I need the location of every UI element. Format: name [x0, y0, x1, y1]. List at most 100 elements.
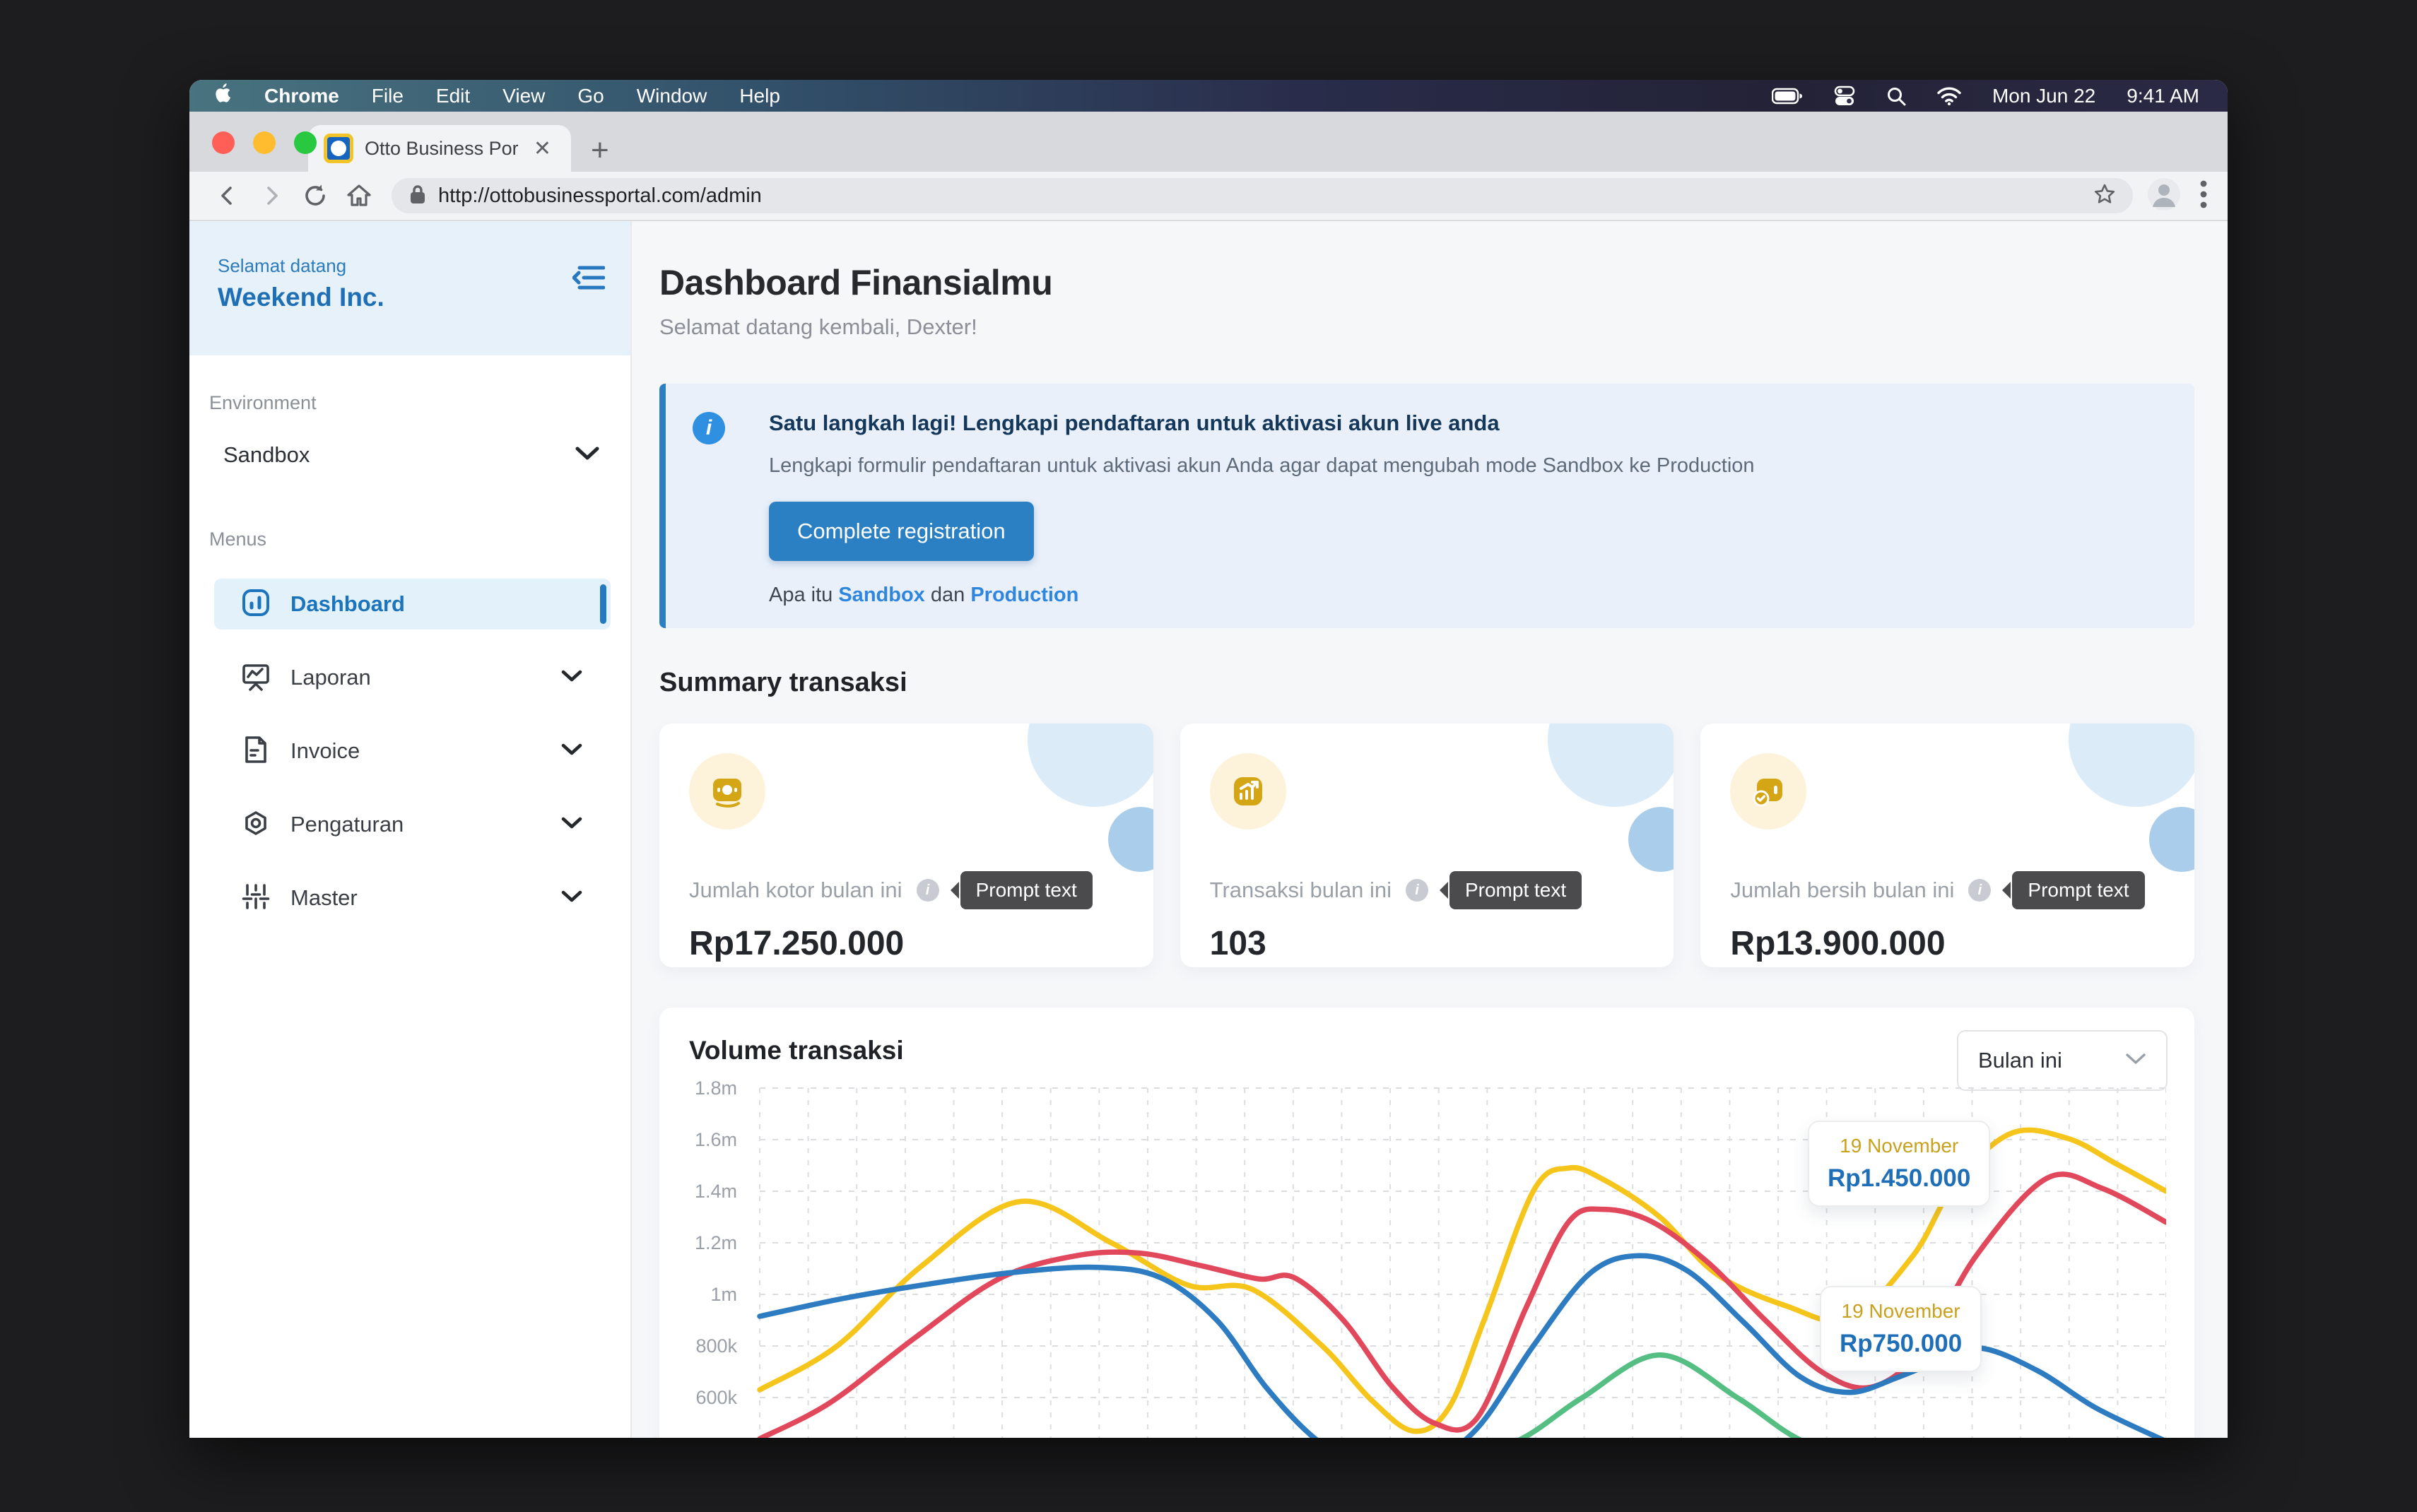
tab-close-icon[interactable]: ✕ [529, 136, 555, 161]
menu-edit[interactable]: Edit [436, 85, 470, 107]
menu-window[interactable]: Window [637, 85, 707, 107]
tooltip-value: Rp1.450.000 [1828, 1164, 1970, 1193]
sidebar-item-invoice[interactable]: Invoice [214, 726, 611, 776]
tooltip-date: 19 November [1828, 1135, 1970, 1157]
wifi-icon[interactable] [1937, 87, 1961, 105]
footnote-middle: dan [925, 584, 971, 606]
forward-icon[interactable] [253, 177, 290, 214]
info-icon[interactable]: i [1406, 879, 1428, 902]
registration-banner: i Satu langkah lagi! Lengkapi pendaftara… [659, 384, 2194, 628]
decor-circle [1628, 807, 1674, 872]
card-jumlah-bersih: Jumlah bersih bulan ini i Prompt text Rp… [1700, 723, 2194, 967]
volume-chart-card: Volume transaksi Bulan ini 1.8m 1.6m 1.4m 1… [659, 1008, 2194, 1438]
menus-label: Menus [209, 528, 630, 550]
tab-strip: Otto Business Portal ✕ + [189, 112, 2228, 172]
sidebar-item-pengaturan[interactable]: Pengaturan [214, 799, 611, 850]
chevron-down-icon [575, 447, 599, 464]
period-filter-value: Bulan ini [1978, 1048, 2125, 1073]
card-label: Jumlah bersih bulan ini [1730, 878, 1954, 903]
menu-chrome[interactable]: Chrome [264, 85, 339, 107]
sidebar-item-dashboard[interactable]: Dashboard [214, 579, 611, 630]
reload-icon[interactable] [297, 177, 334, 214]
welcome-text: Selamat datang [218, 255, 605, 277]
sidebar-item-label: Dashboard [290, 591, 582, 617]
decor-circle [1548, 723, 1674, 807]
tooltip-value: Rp750.000 [1840, 1330, 1962, 1358]
dashboard-icon [241, 588, 271, 621]
chart-title: Volume transaksi [689, 1036, 2165, 1065]
profile-avatar-icon[interactable] [2147, 177, 2181, 215]
menu-go[interactable]: Go [577, 85, 604, 107]
browser-menu-icon[interactable] [2199, 179, 2208, 213]
browser-window: Chrome File Edit View Go Window Help Mon… [189, 80, 2228, 1438]
company-name: Weekend Inc. [218, 283, 605, 312]
complete-registration-button[interactable]: Complete registration [769, 502, 1034, 561]
invoice-document-icon [241, 735, 271, 768]
card-value: 103 [1210, 924, 1645, 963]
apple-menu-icon[interactable] [213, 83, 232, 109]
environment-label: Environment [209, 392, 630, 414]
production-link[interactable]: Production [970, 584, 1078, 606]
environment-selector[interactable]: Sandbox [189, 427, 630, 483]
battery-icon[interactable] [1772, 88, 1803, 105]
sidebar-item-laporan[interactable]: Laporan [214, 652, 611, 703]
decor-circle [1108, 807, 1153, 872]
tab-otto-business-portal[interactable]: Otto Business Portal ✕ [308, 125, 571, 172]
page-subtitle: Selamat datang kembali, Dexter! [659, 314, 2194, 340]
card-value: Rp13.900.000 [1730, 924, 2165, 963]
address-bar[interactable]: http://ottobusinessportal.com/admin [392, 178, 2133, 213]
sidebar-item-label: Pengaturan [290, 812, 561, 837]
info-icon[interactable]: i [917, 879, 939, 902]
info-icon[interactable]: i [1968, 879, 1991, 902]
sidebar-item-label: Invoice [290, 738, 561, 764]
decor-circle [1028, 723, 1153, 807]
bookmark-star-icon[interactable] [2093, 183, 2116, 209]
svg-text:1.4m: 1.4m [695, 1181, 737, 1202]
chart-tooltip: 19 November Rp1.450.000 [1808, 1121, 1990, 1207]
info-icon: i [693, 412, 725, 444]
svg-text:1.6m: 1.6m [695, 1129, 737, 1150]
decor-circle [2149, 807, 2194, 872]
volume-chart: 1.8m1.6m1.4m1.2m1m800k600k 19 November R… [689, 1074, 2165, 1438]
banknote-icon [689, 753, 765, 829]
svg-text:1.8m: 1.8m [695, 1077, 737, 1099]
prompt-tooltip: Prompt text [2012, 871, 2144, 909]
control-center-icon[interactable] [1834, 85, 1855, 107]
lock-icon [408, 184, 427, 208]
chevron-down-icon [561, 890, 582, 906]
sidebar-item-master[interactable]: Master [214, 873, 611, 923]
sandbox-link[interactable]: Sandbox [838, 584, 924, 606]
card-label: Jumlah kotor bulan ini [689, 878, 902, 903]
tab-title: Otto Business Portal [365, 138, 518, 160]
apple-logo-icon [213, 83, 232, 104]
svg-text:800k: 800k [695, 1335, 737, 1357]
browser-toolbar: http://ottobusinessportal.com/admin [189, 172, 2228, 221]
sliders-icon [241, 882, 271, 915]
wallet-check-icon [1730, 753, 1806, 829]
collapse-sidebar-icon[interactable] [572, 264, 605, 295]
active-indicator [600, 584, 606, 624]
chart-up-icon [1210, 753, 1286, 829]
sidebar-item-label: Master [290, 885, 561, 911]
svg-text:600k: 600k [695, 1387, 737, 1408]
chevron-down-icon [561, 817, 582, 833]
menu-file[interactable]: File [372, 85, 404, 107]
search-icon[interactable] [1886, 86, 1906, 106]
menu-help[interactable]: Help [739, 85, 780, 107]
menu-bar-date[interactable]: Mon Jun 22 [1992, 85, 2095, 107]
maximize-window-button[interactable] [294, 131, 317, 154]
menu-view[interactable]: View [502, 85, 545, 107]
prompt-tooltip: Prompt text [960, 871, 1093, 909]
close-window-button[interactable] [212, 131, 235, 154]
home-icon[interactable] [341, 177, 377, 214]
sidebar-item-label: Laporan [290, 665, 561, 690]
footnote-prefix: Apa itu [769, 584, 838, 606]
summary-heading: Summary transaksi [659, 668, 2194, 698]
new-tab-button[interactable]: + [591, 135, 609, 166]
page-title: Dashboard Finansialmu [659, 262, 2194, 303]
card-jumlah-kotor: Jumlah kotor bulan ini i Prompt text Rp1… [659, 723, 1153, 967]
decor-circle [2069, 723, 2194, 807]
menu-bar-clock[interactable]: 9:41 AM [2127, 85, 2199, 107]
minimize-window-button[interactable] [253, 131, 276, 154]
back-icon[interactable] [209, 177, 246, 214]
